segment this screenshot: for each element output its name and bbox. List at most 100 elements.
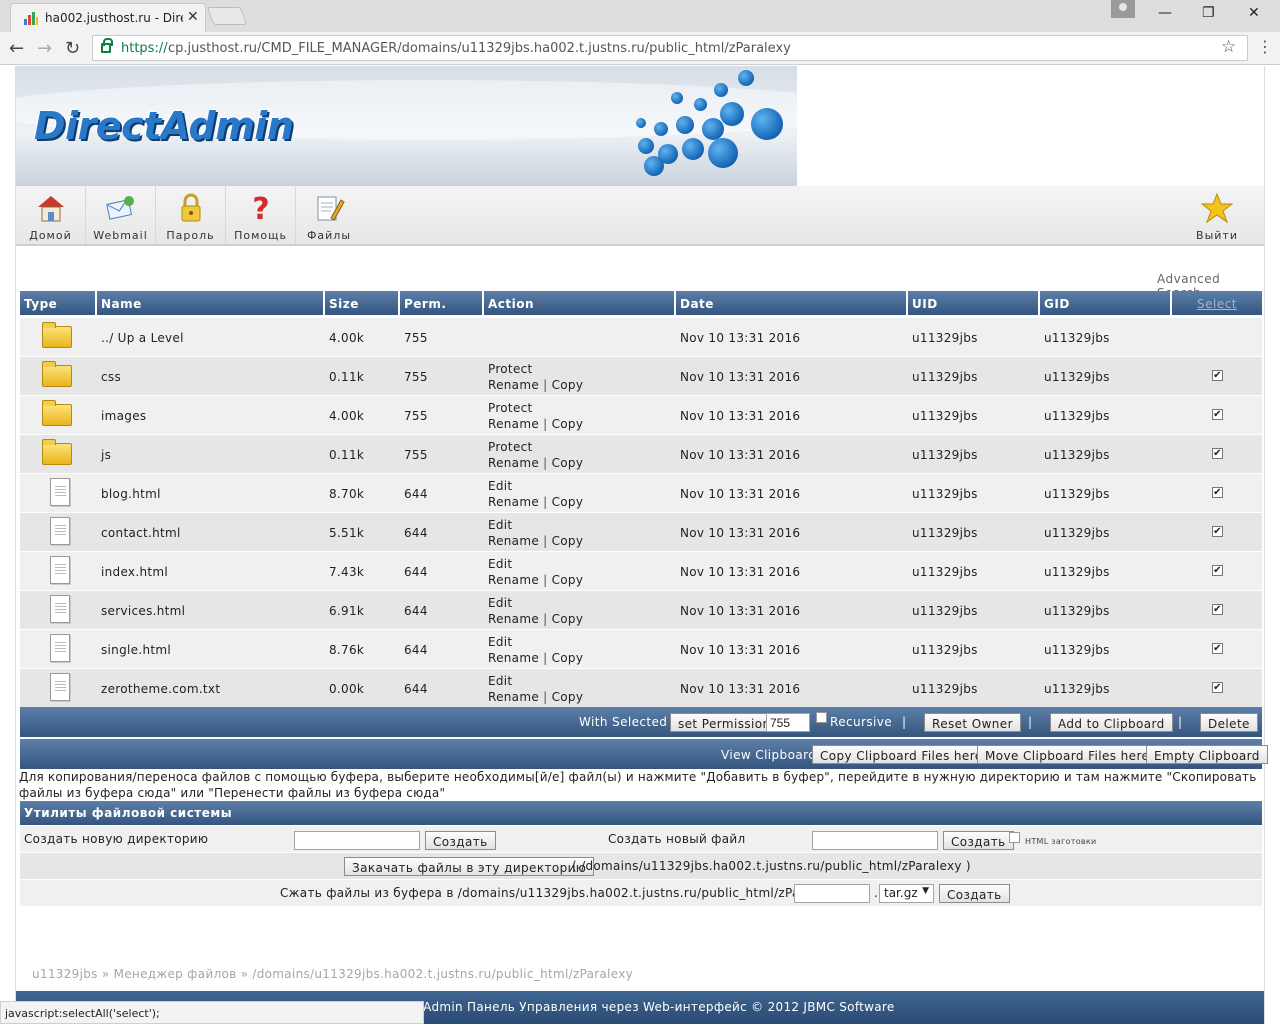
edit-link[interactable]: Edit — [488, 674, 512, 688]
file-permission[interactable]: 644 — [404, 604, 428, 618]
file-name-link[interactable]: index.html — [101, 565, 168, 579]
move-clipboard-files-button[interactable]: Move Clipboard Files here — [977, 745, 1158, 764]
file-permission[interactable]: 755 — [404, 409, 428, 423]
file-permission[interactable]: 755 — [404, 448, 428, 462]
minimize-icon[interactable]: — — [1158, 5, 1172, 21]
rename-link[interactable]: Rename — [488, 378, 539, 392]
toolbar-logout[interactable]: Выйти — [1182, 186, 1252, 244]
add-to-clipboard-button[interactable]: Add to Clipboard — [1050, 713, 1173, 732]
set-permission-button[interactable]: set Permission — [670, 713, 779, 732]
file-icon[interactable] — [50, 595, 70, 623]
window-close-icon[interactable]: ✕ — [1248, 5, 1260, 21]
copy-clipboard-files-button[interactable]: Copy Clipboard Files here — [812, 745, 991, 764]
folder-icon[interactable] — [42, 439, 72, 465]
archive-format-select[interactable]: tar.gz ▼ — [879, 884, 934, 903]
recursive-checkbox[interactable] — [816, 712, 827, 723]
file-permission[interactable]: 755 — [404, 331, 428, 345]
delete-button[interactable]: Delete — [1200, 713, 1258, 732]
file-name-link[interactable]: single.html — [101, 643, 171, 657]
toolbar-password[interactable]: Пароль — [156, 186, 226, 244]
rename-link[interactable]: Rename — [488, 573, 539, 587]
maximize-icon[interactable]: ❐ — [1202, 5, 1215, 21]
copy-link[interactable]: Copy — [552, 573, 584, 587]
select-checkbox[interactable]: ✔ — [1212, 448, 1223, 459]
copy-link[interactable]: Copy — [552, 651, 584, 665]
select-checkbox[interactable]: ✔ — [1212, 643, 1223, 654]
breadcrumb-file-manager[interactable]: Менеджер файлов — [114, 967, 237, 981]
file-icon[interactable] — [50, 478, 70, 506]
file-name-link[interactable]: js — [101, 448, 111, 462]
breadcrumb-path[interactable]: /domains/u11329jbs.ha002.t.justns.ru/pub… — [252, 967, 633, 981]
bookmark-star-icon[interactable]: ☆ — [1221, 37, 1236, 57]
copy-link[interactable]: Copy — [552, 612, 584, 626]
file-name-link[interactable]: zerotheme.com.txt — [101, 682, 220, 696]
file-permission[interactable]: 644 — [404, 682, 428, 696]
reload-icon[interactable]: ↻ — [65, 38, 80, 59]
compress-create-button[interactable]: Создать — [939, 884, 1010, 903]
html-template-checkbox[interactable] — [1009, 832, 1020, 843]
select-checkbox[interactable]: ✔ — [1212, 370, 1223, 381]
copy-link[interactable]: Copy — [552, 495, 584, 509]
edit-link[interactable]: Edit — [488, 635, 512, 649]
toolbar-home[interactable]: Домой — [16, 186, 86, 244]
reset-owner-button[interactable]: Reset Owner — [924, 713, 1021, 732]
browser-menu-icon[interactable]: ⋮ — [1257, 37, 1273, 56]
browser-tab[interactable]: ha002.justhost.ru - DirectAdmin ✕ — [10, 3, 206, 32]
file-name-link[interactable]: css — [101, 370, 121, 384]
edit-link[interactable]: Edit — [488, 518, 512, 532]
new-tab-button[interactable] — [206, 7, 248, 25]
folder-icon[interactable] — [42, 322, 72, 348]
select-checkbox[interactable]: ✔ — [1212, 409, 1223, 420]
url-input[interactable]: https:// cp.justhost.ru/CMD_FILE_MANAGER… — [92, 35, 1248, 61]
permission-input[interactable] — [766, 713, 810, 732]
file-icon[interactable] — [50, 673, 70, 701]
empty-clipboard-button[interactable]: Empty Clipboard — [1146, 745, 1268, 764]
create-file-button[interactable]: Создать — [943, 831, 1014, 850]
file-permission[interactable]: 644 — [404, 643, 428, 657]
file-icon[interactable] — [50, 556, 70, 584]
create-directory-button[interactable]: Создать — [425, 831, 496, 850]
archive-name-input[interactable] — [794, 884, 870, 903]
forward-icon[interactable]: → — [37, 38, 52, 59]
view-clipboard-link[interactable]: View Clipboard — [721, 748, 816, 762]
rename-link[interactable]: Rename — [488, 534, 539, 548]
file-name-link[interactable]: blog.html — [101, 487, 161, 501]
select-checkbox[interactable]: ✔ — [1212, 682, 1223, 693]
breadcrumb-user[interactable]: u11329jbs — [32, 967, 98, 981]
rename-link[interactable]: Rename — [488, 456, 539, 470]
protect-link[interactable]: Protect — [488, 362, 533, 376]
select-all-link[interactable]: Select — [1172, 291, 1262, 315]
select-checkbox[interactable]: ✔ — [1212, 526, 1223, 537]
file-name-link[interactable]: services.html — [101, 604, 185, 618]
edit-link[interactable]: Edit — [488, 557, 512, 571]
file-name-link[interactable]: ../ Up a Level — [101, 331, 184, 345]
file-permission[interactable]: 755 — [404, 370, 428, 384]
copy-link[interactable]: Copy — [552, 534, 584, 548]
rename-link[interactable]: Rename — [488, 690, 539, 704]
rename-link[interactable]: Rename — [488, 651, 539, 665]
rename-link[interactable]: Rename — [488, 495, 539, 509]
toolbar-webmail[interactable]: Webmail — [86, 186, 156, 244]
tab-close-icon[interactable]: ✕ — [187, 9, 199, 25]
file-name-link[interactable]: contact.html — [101, 526, 181, 540]
toolbar-files[interactable]: Файлы — [296, 186, 362, 244]
select-checkbox[interactable]: ✔ — [1212, 604, 1223, 615]
file-icon[interactable] — [50, 634, 70, 662]
rename-link[interactable]: Rename — [488, 612, 539, 626]
new-directory-input[interactable] — [294, 831, 420, 850]
select-checkbox[interactable]: ✔ — [1212, 565, 1223, 576]
protect-link[interactable]: Protect — [488, 440, 533, 454]
upload-files-button[interactable]: Закачать файлы в эту директорию — [344, 857, 595, 876]
file-permission[interactable]: 644 — [404, 565, 428, 579]
copy-link[interactable]: Copy — [552, 417, 584, 431]
file-permission[interactable]: 644 — [404, 487, 428, 501]
edit-link[interactable]: Edit — [488, 596, 512, 610]
copy-link[interactable]: Copy — [552, 456, 584, 470]
copy-link[interactable]: Copy — [552, 690, 584, 704]
file-name-link[interactable]: images — [101, 409, 146, 423]
rename-link[interactable]: Rename — [488, 417, 539, 431]
protect-link[interactable]: Protect — [488, 401, 533, 415]
edit-link[interactable]: Edit — [488, 479, 512, 493]
profile-icon[interactable] — [1111, 0, 1135, 18]
back-icon[interactable]: ← — [9, 38, 24, 59]
